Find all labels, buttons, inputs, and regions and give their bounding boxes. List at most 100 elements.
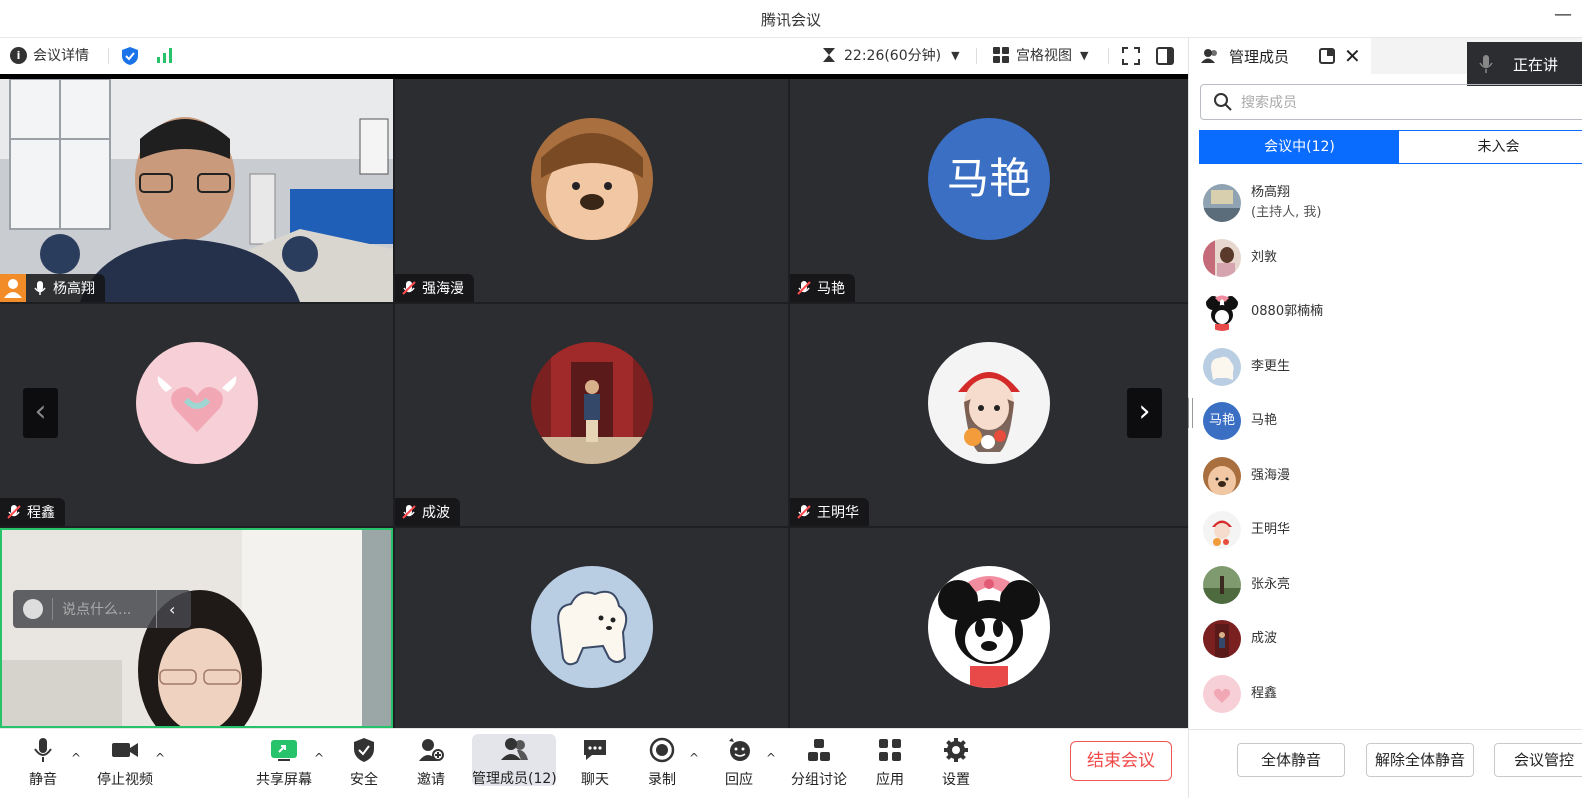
hourglass-icon [823, 48, 835, 62]
record-button[interactable]: 录制 [627, 735, 697, 789]
apps-label: 应用 [876, 772, 904, 788]
video-tile[interactable]: 成波 [395, 304, 788, 526]
video-tile[interactable]: 强海漫 [395, 79, 788, 302]
chat-icon [560, 735, 630, 765]
member-name: 王明华 [1251, 522, 1291, 538]
fullscreen-icon[interactable] [1122, 47, 1140, 65]
stop-video-label: 停止视频 [97, 772, 153, 788]
security-button[interactable]: 安全 [329, 735, 399, 789]
mute-all-button[interactable]: 全体静音 [1237, 743, 1345, 777]
settings-button[interactable]: 设置 [921, 735, 991, 789]
share-screen-label: 共享屏幕 [256, 772, 312, 788]
grid-view-icon [993, 47, 1009, 63]
member-row[interactable]: 强海漫 [1189, 449, 1582, 504]
microphone-icon [1479, 55, 1493, 73]
participant-nametag: 成波 [395, 498, 460, 526]
meeting-toolbar: i 会议详情 22:26(60分钟) ▼ 宫格视图 ▼ [0, 38, 1188, 74]
video-camera-icon [90, 735, 160, 765]
divider [52, 598, 53, 620]
tab-title: 管理成员 [1229, 47, 1290, 66]
video-tile[interactable]: 马艳 马艳 [790, 79, 1188, 302]
participant-avatar [530, 566, 653, 688]
chevron-up-icon[interactable]: ^ [155, 751, 165, 765]
end-meeting-button[interactable]: 结束会议 [1070, 741, 1172, 781]
gear-icon [921, 735, 991, 765]
sidebar-toggle-icon[interactable] [1156, 47, 1174, 65]
record-label: 录制 [648, 772, 676, 788]
security-shield-icon[interactable] [120, 46, 140, 66]
previous-page-button[interactable]: ‹ [23, 388, 58, 438]
tab-manage-members[interactable]: 管理成员 ✕ [1189, 38, 1371, 74]
apps-grid-icon [855, 735, 925, 765]
mic-muted-icon [7, 505, 21, 519]
members-panel: 管理成员 ✕ 正在讲 搜索成员 会议中(12) 未入会 杨高翔 (主持人, 我) [1188, 38, 1582, 798]
view-mode-button[interactable]: 宫格视图 ▼ [992, 45, 1088, 65]
popout-icon[interactable] [1319, 48, 1336, 64]
chat-label: 聊天 [581, 772, 609, 788]
video-tile[interactable] [790, 528, 1188, 728]
member-row[interactable]: 杨高翔 (主持人, 我) [1189, 176, 1582, 231]
member-name: 程鑫 [1251, 685, 1278, 701]
quick-chat-bar[interactable]: 说点什么... ‹ [13, 590, 191, 628]
mic-muted-icon [402, 281, 416, 295]
chevron-up-icon[interactable]: ^ [766, 751, 776, 765]
member-row[interactable]: 刘敦 [1189, 231, 1582, 286]
chat-button[interactable]: 聊天 [560, 735, 630, 789]
member-search-input[interactable]: 搜索成员 [1200, 84, 1582, 120]
invite-button[interactable]: 邀请 [396, 735, 466, 789]
member-row[interactable]: 成波 [1189, 612, 1582, 667]
quick-chat-input[interactable]: 说点什么... [62, 599, 152, 619]
member-row[interactable]: 王明华 [1189, 503, 1582, 558]
meeting-control-button[interactable]: 会议管控 [1494, 743, 1582, 777]
video-tile-self[interactable] [0, 528, 393, 728]
participant-name: 王明华 [817, 505, 859, 521]
minimize-button[interactable]: — [1554, 4, 1572, 25]
participant-avatar [928, 342, 1050, 464]
collapse-icon[interactable]: ‹ [169, 600, 175, 619]
mute-button[interactable]: 静音 [8, 735, 78, 789]
member-row[interactable]: 程鑫 [1189, 667, 1582, 722]
member-name: 杨高翔 [1251, 185, 1291, 201]
mic-muted-icon [797, 281, 811, 295]
divider [976, 48, 977, 64]
video-tile[interactable] [395, 528, 788, 728]
smiley-icon [704, 735, 774, 765]
breakout-button[interactable]: 分组讨论 [784, 735, 854, 789]
member-row[interactable]: 0880郭楠楠 [1189, 285, 1582, 340]
participant-nametag: 杨高翔 [26, 274, 105, 302]
participant-nametag: 马艳 [790, 274, 855, 302]
member-row[interactable]: 张永亮 [1189, 558, 1582, 613]
close-icon[interactable]: ✕ [1344, 44, 1361, 68]
signal-strength-icon[interactable] [156, 47, 174, 63]
breakout-label: 分组讨论 [791, 772, 847, 788]
self-video-feed [2, 530, 391, 726]
member-row[interactable]: 李更生 [1189, 340, 1582, 395]
member-name: 成波 [1251, 631, 1278, 647]
participant-name: 强海漫 [422, 281, 464, 297]
tab-in-meeting[interactable]: 会议中(12) [1200, 131, 1399, 163]
tab-not-joined[interactable]: 未入会 [1399, 131, 1582, 163]
chevron-down-icon: ▼ [951, 48, 960, 62]
meeting-details-label: 会议详情 [33, 48, 89, 64]
chevron-up-icon[interactable]: ^ [314, 751, 324, 765]
react-button[interactable]: 回应 [704, 735, 774, 789]
member-name: 马艳 [1251, 413, 1278, 429]
next-page-button[interactable]: › [1127, 388, 1162, 438]
unmute-all-button[interactable]: 解除全体静音 [1366, 743, 1474, 777]
apps-button[interactable]: 应用 [855, 735, 925, 789]
member-row[interactable]: 马艳 马艳 [1189, 394, 1582, 449]
react-label: 回应 [725, 772, 753, 788]
host-badge-icon [0, 274, 26, 302]
meeting-duration[interactable]: 22:26(60分钟) ▼ [822, 45, 960, 65]
video-tile[interactable]: 程鑫 [0, 304, 393, 526]
mic-muted-icon [402, 505, 416, 519]
meeting-details-button[interactable]: i 会议详情 [10, 45, 89, 65]
chevron-up-icon[interactable]: ^ [689, 751, 699, 765]
panel-resize-handle[interactable] [1188, 398, 1193, 428]
chevron-up-icon[interactable]: ^ [71, 751, 81, 765]
manage-members-button[interactable]: 管理成员(12) [472, 734, 557, 787]
share-screen-button[interactable]: 共享屏幕 [249, 735, 319, 789]
emoji-icon[interactable] [23, 599, 43, 619]
stop-video-button[interactable]: 停止视频 [90, 735, 160, 789]
video-tile-host[interactable]: 杨高翔 [0, 79, 393, 302]
